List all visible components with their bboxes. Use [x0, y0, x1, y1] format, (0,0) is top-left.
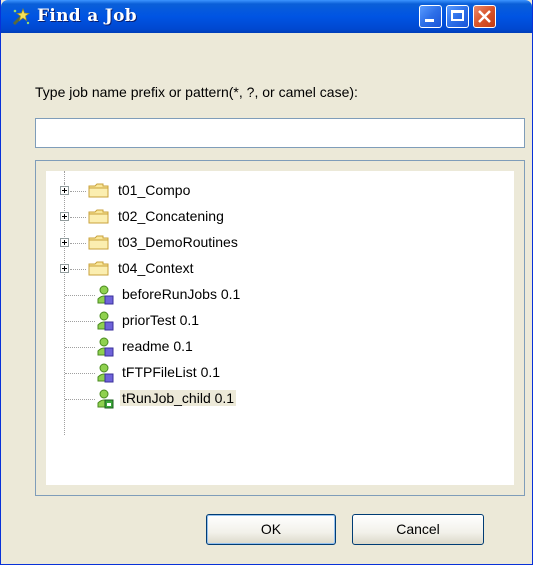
wand-icon	[12, 8, 30, 26]
tree-connector	[65, 399, 95, 400]
tree-job-row[interactable]: tFTPFileList 0.1	[46, 361, 514, 385]
job-icon	[97, 311, 114, 331]
folder-label: t04_Context	[118, 260, 194, 276]
folder-icon	[88, 235, 109, 250]
tree-folder-row[interactable]: t02_Concatening	[46, 205, 514, 229]
close-button[interactable]	[473, 5, 496, 28]
tree-connector	[70, 191, 86, 192]
job-label: beforeRunJobs 0.1	[122, 286, 241, 302]
find-job-dialog: Find a Job Type job name prefix or patte…	[0, 0, 533, 565]
folder-label: t01_Compo	[118, 182, 191, 198]
cancel-button[interactable]: Cancel	[352, 514, 484, 545]
tree-folder-row[interactable]: t01_Compo	[46, 179, 514, 203]
close-icon	[478, 10, 491, 23]
expand-icon[interactable]	[60, 264, 69, 273]
tree-connector	[65, 321, 95, 322]
tree-job-row[interactable]: readme 0.1	[46, 335, 514, 359]
job-label: tFTPFileList 0.1	[122, 364, 221, 380]
tree-job-row[interactable]: tRunJob_child 0.1	[46, 387, 514, 411]
tree-folder-row[interactable]: t03_DemoRoutines	[46, 231, 514, 255]
job-icon	[97, 285, 114, 305]
folder-icon	[88, 261, 109, 276]
expand-icon[interactable]	[60, 238, 69, 247]
tree-job-row[interactable]: beforeRunJobs 0.1	[46, 283, 514, 307]
job-tree-frame: t01_Compo t02_Concatening t03_DemoRoutin…	[35, 160, 525, 496]
job-locked-icon	[97, 389, 114, 409]
window-title: Find a Job	[37, 6, 137, 26]
job-label: tRunJob_child 0.1	[120, 390, 237, 406]
title-bar[interactable]: Find a Job	[1, 0, 532, 33]
tree-connector	[65, 295, 95, 296]
job-search-input[interactable]	[35, 118, 525, 148]
folder-label: t02_Concatening	[118, 208, 224, 224]
maximize-icon	[451, 10, 464, 21]
folder-label: t03_DemoRoutines	[118, 234, 238, 250]
job-label: priorTest 0.1	[122, 312, 200, 328]
maximize-button[interactable]	[446, 5, 469, 28]
tree-folder-row[interactable]: t04_Context	[46, 257, 514, 281]
minimize-icon	[425, 19, 434, 22]
search-prompt-label: Type job name prefix or pattern(*, ?, or…	[35, 84, 358, 100]
folder-icon	[88, 209, 109, 224]
tree-connector	[70, 243, 86, 244]
job-icon	[97, 337, 114, 357]
tree-connector	[70, 217, 86, 218]
tree-job-row[interactable]: priorTest 0.1	[46, 309, 514, 333]
tree-connector	[70, 269, 86, 270]
job-tree[interactable]: t01_Compo t02_Concatening t03_DemoRoutin…	[46, 171, 514, 485]
minimize-button[interactable]	[419, 5, 442, 28]
job-icon	[97, 363, 114, 383]
job-label: readme 0.1	[122, 338, 193, 354]
folder-icon	[88, 183, 109, 198]
expand-icon[interactable]	[60, 186, 69, 195]
ok-button[interactable]: OK	[206, 514, 336, 545]
tree-connector	[65, 373, 95, 374]
expand-icon[interactable]	[60, 212, 69, 221]
tree-connector	[65, 347, 95, 348]
